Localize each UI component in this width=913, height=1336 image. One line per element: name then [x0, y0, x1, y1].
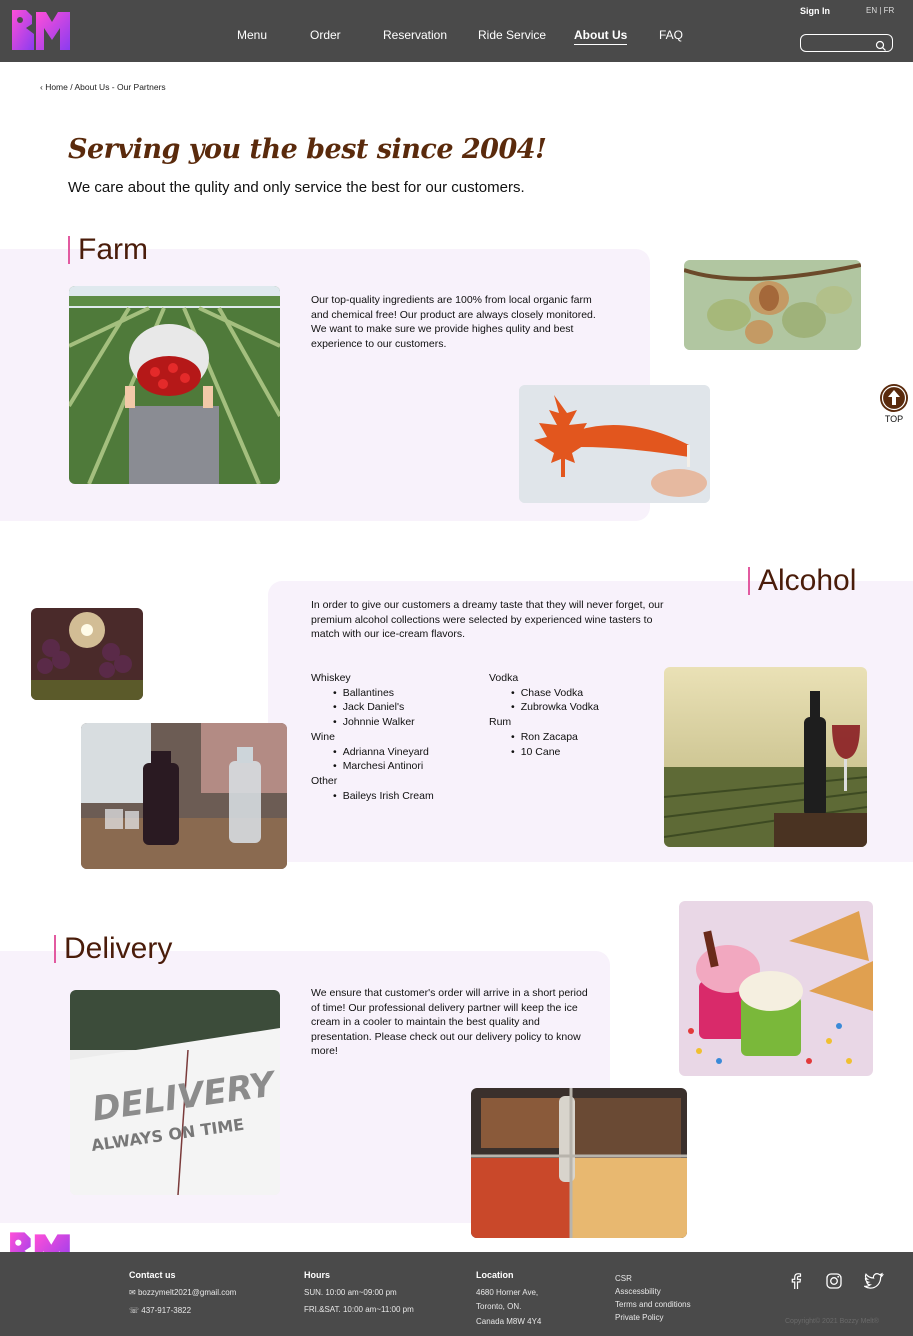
alcohol-title: Alcohol	[748, 566, 856, 596]
search-icon[interactable]	[875, 37, 887, 56]
sign-in-link[interactable]: Sign In	[800, 6, 830, 16]
footer-location-heading: Location	[476, 1270, 514, 1280]
gelato-tubs-photo	[471, 1088, 687, 1238]
list-group-title: Wine	[311, 730, 335, 743]
farm-title: Farm	[68, 235, 148, 265]
wine-photo	[664, 667, 867, 847]
list-item: Ballantines	[333, 686, 481, 701]
delivery-title: Delivery	[54, 934, 172, 964]
nav-ride-service[interactable]: Ride Service	[478, 28, 546, 42]
breadcrumb[interactable]: ‹ Home / About Us - Our Partners	[40, 82, 166, 92]
footer-link-privacy[interactable]: Private Policy	[615, 1311, 663, 1324]
list-group-title: Vodka	[489, 672, 519, 684]
site-header: Menu Order Reservation Ride Service Abou…	[0, 0, 913, 62]
footer-address-2: Toronto, ON.	[476, 1302, 522, 1311]
logo[interactable]	[10, 8, 76, 54]
list-item: Adrianna Vineyard	[333, 745, 481, 760]
list-item: Zubrowka Vodka	[511, 700, 649, 715]
grapes-photo	[31, 608, 143, 700]
footer-link-terms[interactable]: Terms and conditions	[615, 1298, 691, 1311]
phone-icon: ☏	[129, 1306, 140, 1315]
list-item: Chase Vodka	[511, 686, 649, 701]
footer-phone-text: 437-917-3822	[141, 1306, 192, 1315]
footer-address-3: Canada M8W 4Y4	[476, 1317, 542, 1326]
list-item: Ron Zacapa	[511, 730, 649, 745]
maple-taffy-photo	[519, 385, 710, 503]
list-item: Jack Daniel's	[333, 700, 481, 715]
ice-cream-cups-photo	[679, 901, 873, 1076]
nav-reservation[interactable]: Reservation	[383, 28, 447, 42]
nav-menu[interactable]: Menu	[237, 28, 267, 42]
footer-hours-1: SUN. 10:00 am~09:00 pm	[304, 1288, 397, 1297]
almond-photo	[684, 260, 861, 350]
footer-link-csr[interactable]: CSR	[615, 1272, 632, 1285]
back-to-top-label: TOP	[884, 414, 904, 424]
nav-order[interactable]: Order	[310, 28, 341, 42]
farm-description: Our top-quality ingredients are 100% fro…	[311, 294, 596, 350]
footer-phone[interactable]: ☏ 437-917-3822	[129, 1304, 191, 1317]
footer-contact-heading: Contact us	[129, 1270, 176, 1280]
site-footer: Contact us ✉ bozzymelt2021@gmail.com ☏ 4…	[0, 1252, 913, 1336]
footer-email-text: bozzymelt2021@gmail.com	[137, 1288, 237, 1297]
footer-link-accessibility[interactable]: Asscessbility	[615, 1285, 661, 1298]
list-item: Marchesi Antinori	[333, 759, 481, 774]
alcohol-list-column-1: Whiskey Ballantines Jack Daniel's Johnni…	[311, 671, 481, 803]
page-subtitle: We care about the qulity and only servic…	[68, 179, 525, 196]
list-item: Johnnie Walker	[333, 715, 481, 730]
arrow-up-icon[interactable]	[880, 384, 908, 412]
facebook-icon[interactable]	[788, 1272, 804, 1294]
list-group-title: Other	[311, 774, 338, 787]
list-group-title: Rum	[489, 716, 512, 729]
search-input[interactable]	[800, 34, 893, 52]
footer-hours-2: FRI.&SAT. 10:00 am~11:00 pm	[304, 1305, 414, 1314]
instagram-icon[interactable]	[825, 1272, 843, 1294]
bottles-photo	[81, 723, 287, 869]
footer-address-1: 4680 Horner Ave,	[476, 1288, 539, 1297]
delivery-van-photo: DELIVERY ALWAYS ON TIME	[70, 990, 280, 1195]
list-item: Baileys Irish Cream	[333, 789, 481, 804]
copyright-text: Copyright© 2021 Bozzy Melt®	[785, 1318, 879, 1325]
nav-faq[interactable]: FAQ	[659, 28, 683, 42]
alcohol-description: In order to give our customers a dreamy …	[311, 599, 664, 641]
alcohol-list-column-2: Vodka Chase Vodka Zubrowka Vodka Rum Ron…	[489, 671, 649, 759]
list-group-title: Whiskey	[311, 672, 351, 684]
mail-icon: ✉	[129, 1288, 136, 1297]
page-title: Serving you the best since 2004!	[68, 134, 547, 165]
footer-email[interactable]: ✉ bozzymelt2021@gmail.com	[129, 1286, 236, 1299]
strawberry-photo	[69, 286, 280, 484]
back-to-top-button[interactable]: TOP	[879, 384, 909, 424]
language-switch[interactable]: EN | FR	[866, 6, 894, 15]
footer-hours-heading: Hours	[304, 1270, 331, 1280]
list-item: 10 Cane	[511, 745, 649, 760]
delivery-description: We ensure that customer's order will arr…	[311, 987, 588, 1058]
nav-about-us[interactable]: About Us	[574, 28, 628, 45]
twitter-icon[interactable]	[862, 1272, 885, 1294]
